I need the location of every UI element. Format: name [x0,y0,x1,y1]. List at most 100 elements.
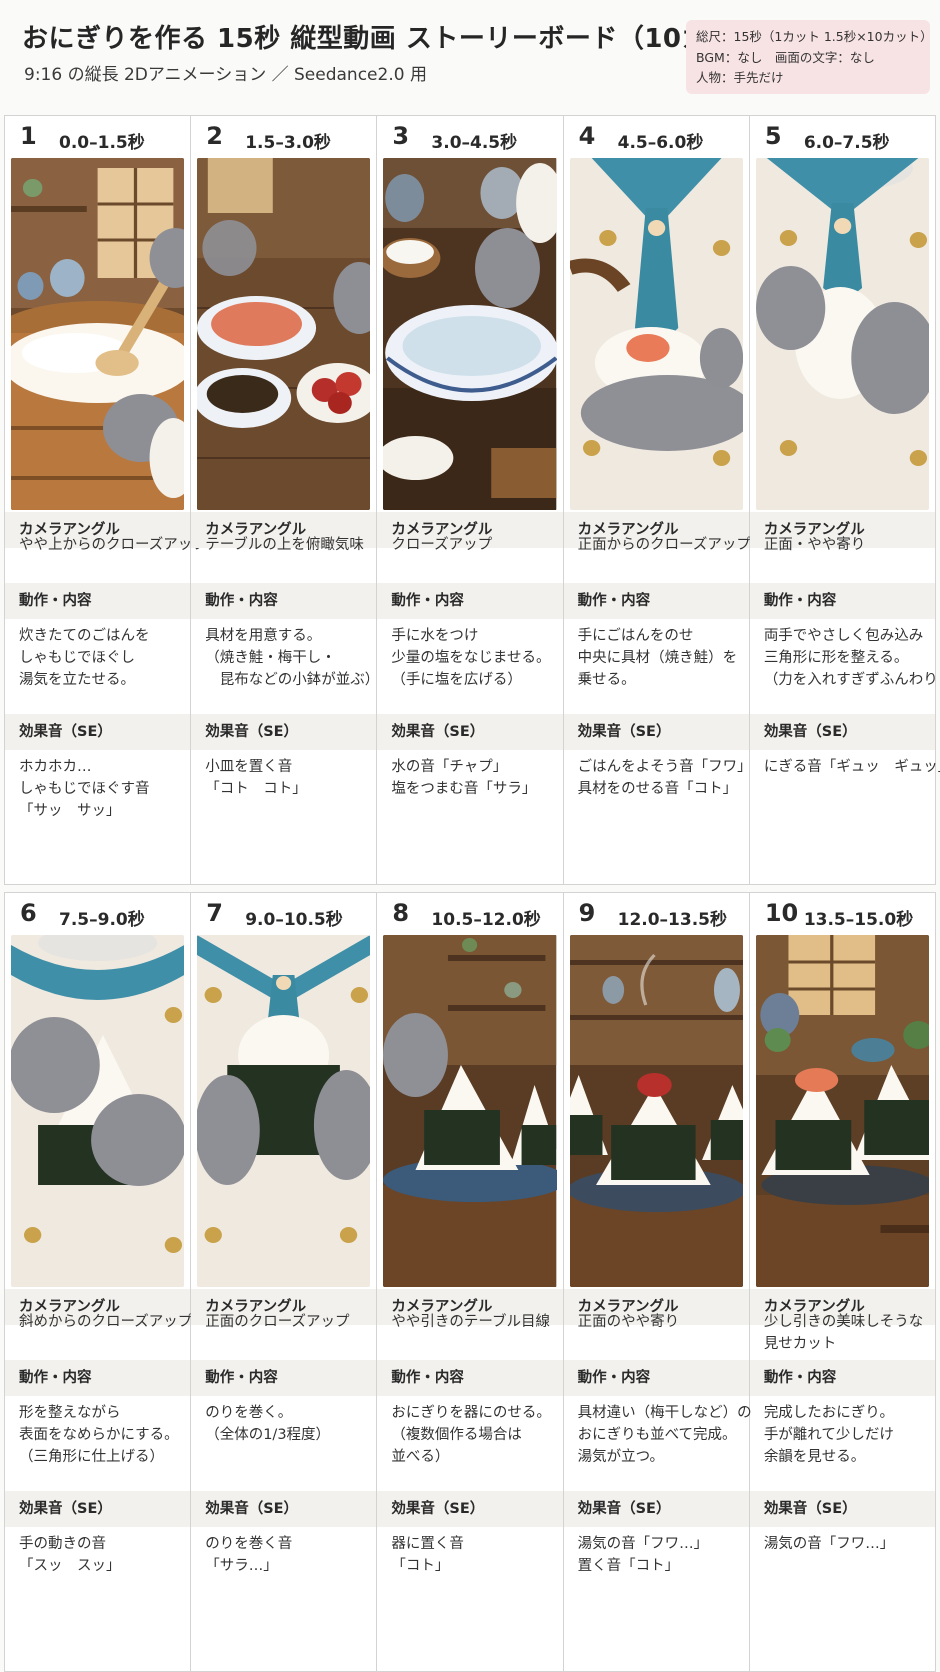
cut-time: 3.0–4.5秒 [431,133,518,153]
action-heading: 動作・内容 [191,1360,377,1396]
sound-effect-text: 水の音「チャプ」 塩をつまむ音「サラ」 [391,759,537,797]
cut-time: 6.0–7.5秒 [803,133,890,153]
action-text: 具材を用意する。 （焼き鮭・梅干し・ 昆布などの小鉢が並ぶ） [205,628,380,688]
action-text: 炊きたてのごはんを しゃもじでほぐし 湯気を立たせる。 [19,628,150,688]
camera-angle-text: 正面からのクローズアップ [577,537,751,553]
cut-header: 1 0.0–1.5秒 [5,116,190,158]
camera-angle-text: 正面のクローズアップ [205,1314,350,1330]
cut-number: 6 [20,899,37,927]
sound-effect-text: 湯気の音「フワ…」 置く音「コト」 [577,1536,709,1574]
action-heading: 動作・内容 [191,583,377,619]
sound-effect-heading: 効果音（SE） [377,1491,563,1527]
cut-number: 4 [578,122,596,150]
sound-effect-heading: 効果音（SE） [749,1491,936,1527]
camera-angle-text: やや引きのテーブル目線 [391,1314,551,1330]
sound-effect-heading: 効果音（SE） [191,714,377,750]
action-text: おにぎりを器にのせる。 （複数個作る場合は 並べる） [391,1405,551,1465]
action-text: 手にごはんをのせ 中央に具材（焼き鮭）を 乗せる。 [577,628,738,688]
camera-angle-text: やや上からのクローズアップ [19,537,207,553]
action-heading: 動作・内容 [377,1360,563,1396]
action-text: のりを巻く。 （全体の1/3程度） [205,1405,331,1443]
cut-number: 3 [392,122,410,150]
cut-illustration-plating-onigiri [383,935,557,1287]
cut-time: 4.5–6.0秒 [617,133,704,153]
cut-number: 9 [578,899,596,927]
sound-effect-heading: 効果音（SE） [377,714,563,750]
cut-time: 13.5–15.0秒 [803,910,914,930]
cut-illustration-smoothing-onigiri [11,935,185,1287]
cut-illustration-ingredient-bowls [197,158,371,510]
cut-header: 5 6.0–7.5秒 [750,116,935,158]
action-text: 両手でやさしく包み込み 三角形に形を整える。 （力を入れすぎずふんわりと） [763,628,940,688]
action-text: 完成したおにぎり。 手が離れて少しだけ 余韻を見せる。 [763,1405,895,1465]
cut-number: 2 [206,122,223,150]
action-heading: 動作・内容 [563,583,749,619]
camera-angle-text: 正面・やや寄り [763,537,866,553]
cut-header: 9 12.0–13.5秒 [564,893,749,935]
cut-panel: 8 10.5–12.0秒 カメラアングル やや引きのテーブル目線 動作・内容 お… [377,893,564,1671]
action-heading: 動作・内容 [563,1360,749,1396]
sound-effect-text: にぎる音「ギュッ ギュッ」 [763,759,940,775]
sound-effect-heading: 効果音（SE） [749,714,936,750]
storyboard-row-2: 6 7.5–9.0秒 カメラアングル 斜めからのクローズアップ 動作・内容 形を [4,892,936,1672]
sound-effect-text: 湯気の音「フワ…」 [763,1536,895,1552]
storyboard-row-1: 1 0.0–1.5秒 カメラアングル やや上からのクローズアップ 動作・内容 炊… [4,115,940,885]
sound-effect-heading: 効果音（SE） [563,714,749,750]
cut-panel: 2 1.5–3.0秒 カメラアングル テーブルの上を俯瞰気味 動作・内容 具材を… [191,116,380,884]
cut-panel: 3 3.0–4.5秒 カメラアングル クローズアップ 動作・内容 手に水をつけ … [377,116,564,884]
camera-angle-text: 斜めからのクローズアップ [19,1314,193,1330]
cut-panel: 6 7.5–9.0秒 カメラアングル 斜めからのクローズアップ 動作・内容 形を [5,893,193,1671]
cut-illustration-final-showcase [755,935,930,1287]
sound-effect-text: 小皿を置く音 「コト コト」 [205,759,307,797]
sound-effect-text: のりを巻く音 「サラ…」 [205,1536,293,1574]
action-text: 具材違い（梅干しなど）の おにぎりも並べて完成。 湯気が立つ。 [577,1405,752,1465]
page-title: おにぎりを作る 15秒 縦型動画 ストーリーボード（10カット） [22,24,788,54]
action-heading: 動作・内容 [5,1360,191,1396]
spec-bgm: BGM：なし 画面の文字：なし [696,49,875,65]
cut-time: 12.0–13.5秒 [617,910,727,930]
cut-illustration-shaping-rice [755,158,930,510]
cut-time: 0.0–1.5秒 [59,133,145,153]
cut-time: 9.0–10.5秒 [245,910,343,930]
sound-effect-heading: 効果音（SE） [5,1491,191,1527]
cut-header: 7 9.0–10.5秒 [191,893,376,935]
cut-illustration-rice-with-salmon [569,158,743,510]
page-subtitle: 9:16 の縦長 2Dアニメーション ／ Seedance2.0 用 [24,65,427,85]
cut-illustration-water-bowl [383,158,557,510]
cut-panel: 4 4.5–6.0秒 カメラアングル 正面からのクローズアップ 動作・内容 手に… [563,116,752,884]
cut-time: 1.5–3.0秒 [245,133,331,153]
cut-panel: 10 13.5–15.0秒 カメラアングル 少し引きの美味しそうな 見せカット … [749,893,936,1671]
cut-time: 7.5–9.0秒 [59,910,145,930]
spec-box: 総尺：15秒（1カット 1.5秒×10カット） BGM：なし 画面の文字：なし … [686,20,933,94]
action-heading: 動作・内容 [377,583,563,619]
cut-illustration-wrapping-nori [197,935,371,1287]
camera-angle-text: クローズアップ [391,537,493,553]
cut-header: 3 3.0–4.5秒 [377,116,562,158]
cut-number: 7 [206,899,223,927]
action-heading: 動作・内容 [749,583,936,619]
cut-panel: 5 6.0–7.5秒 カメラアングル 正面・やや寄り 動作・内容 両手でやさしく… [749,116,940,884]
cut-header: 4 4.5–6.0秒 [564,116,749,158]
cut-number: 10 [764,899,799,927]
sound-effect-heading: 効果音（SE） [191,1491,377,1527]
sound-effect-text: 器に置く音 「コト」 [391,1536,464,1574]
cut-illustration-rice-tub [11,158,185,510]
cut-panel: 9 12.0–13.5秒 カメラアングル 正面のやや寄り 動作・内容 具材違い（… [563,893,752,1671]
camera-angle-text: 正面のやや寄り [577,1314,680,1330]
sound-effect-heading: 効果音（SE） [5,714,191,750]
action-heading: 動作・内容 [749,1360,936,1396]
camera-angle-text: 少し引きの美味しそうな 見せカット [763,1314,924,1352]
cut-header: 10 13.5–15.0秒 [750,893,935,935]
cut-header: 2 1.5–3.0秒 [191,116,376,158]
cut-panel: 7 9.0–10.5秒 カメラアングル 正面のクローズアップ 動作・内容 のりを… [191,893,378,1671]
spec-duration: 総尺：15秒（1カット 1.5秒×10カット） [696,29,933,44]
sound-effect-text: ごはんをよそう音「フワ」 具材をのせる音「コト」 [577,759,752,797]
cut-number: 1 [20,122,37,150]
sound-effect-heading: 効果音（SE） [563,1491,749,1527]
sound-effect-text: ホカホカ… しゃもじでほぐす音 「サッ サッ」 [19,759,150,819]
action-text: 手に水をつけ 少量の塩をなじませる。 （手に塩を広げる） [391,628,551,688]
sound-effect-text: 手の動きの音 「スッ スッ」 [19,1536,121,1574]
header: おにぎりを作る 15秒 縦型動画 ストーリーボード（10カット） 9:16 の縦… [0,0,940,112]
action-heading: 動作・内容 [5,583,191,619]
spec-character: 人物：手先だけ [696,70,784,85]
